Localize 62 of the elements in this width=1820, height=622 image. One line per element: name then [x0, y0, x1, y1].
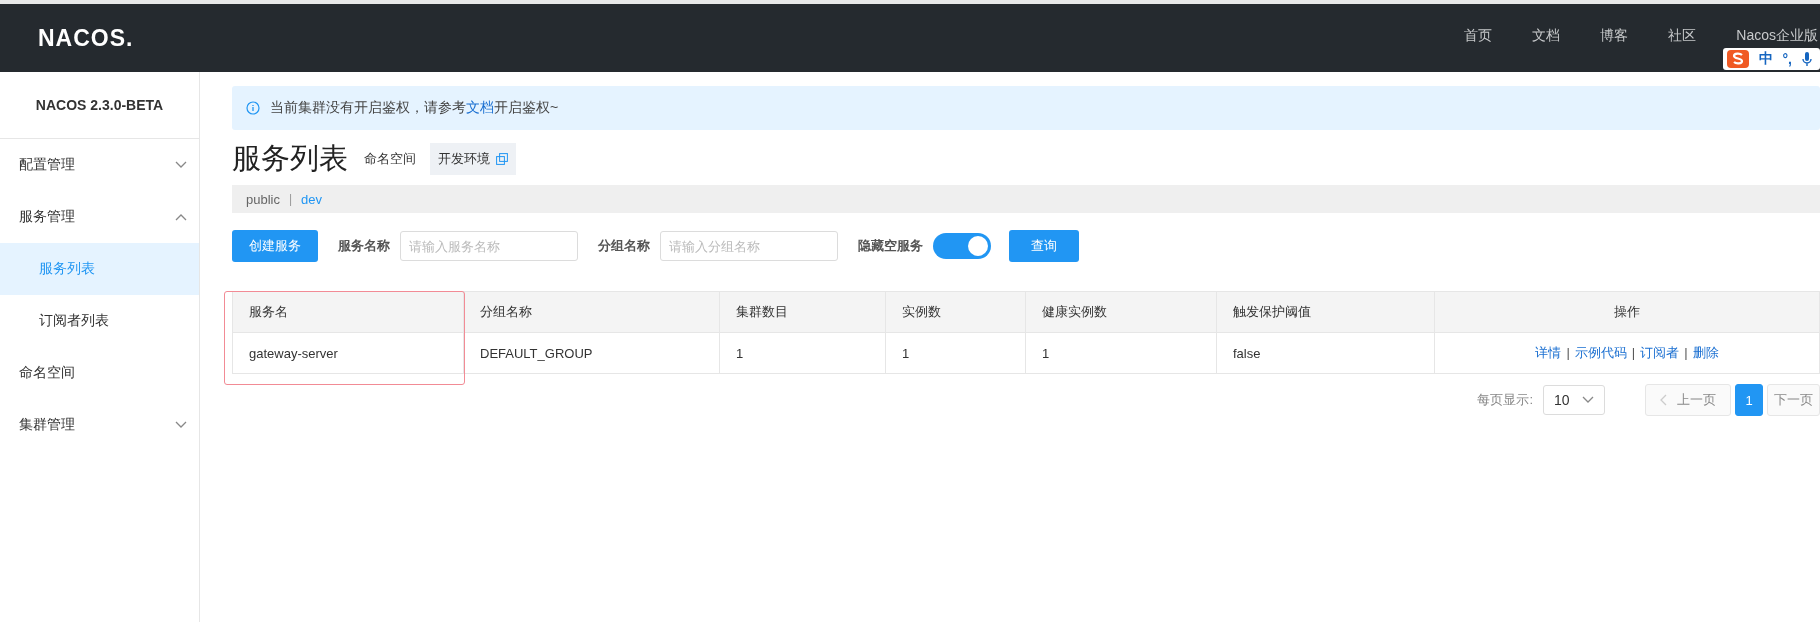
group-name-field[interactable]: 请输入分组名称	[660, 231, 838, 261]
page-size-label: 每页显示:	[1477, 391, 1533, 409]
table-cell: false	[1216, 332, 1435, 374]
column-header: 实例数	[885, 291, 1026, 333]
menu-item[interactable]: 服务管理	[0, 191, 199, 243]
submenu-item[interactable]: 订阅者列表	[0, 295, 199, 347]
menu-item[interactable]: 命名空间	[0, 347, 199, 399]
notice-text: 当前集群没有开启鉴权，请参考文档开启鉴权~	[270, 99, 559, 117]
action-link[interactable]: 订阅者	[1640, 345, 1680, 360]
field-label: 服务名称	[338, 237, 390, 255]
column-header: 健康实例数	[1025, 291, 1217, 333]
chevron-left-icon	[1660, 394, 1667, 406]
separator: |	[1566, 345, 1570, 360]
action-link[interactable]: 删除	[1692, 345, 1719, 360]
column-header: 分组名称	[463, 291, 720, 333]
page-title: 服务列表	[232, 141, 348, 176]
separator: |	[1631, 345, 1636, 360]
toggle-switch[interactable]	[933, 233, 991, 259]
action-link[interactable]: 示例代码	[1574, 345, 1627, 360]
docs-link[interactable]: 文档	[466, 99, 494, 115]
table-cell: DEFAULT_GROUP	[463, 332, 720, 374]
namespace-label: 命名空间	[364, 150, 416, 168]
service-name-field[interactable]: 请输入服务名称	[400, 231, 578, 261]
switch-label: 隐藏空服务	[858, 237, 923, 255]
page-size-select[interactable]: 10	[1543, 385, 1605, 415]
microphone-icon	[1802, 51, 1812, 67]
separator: |	[288, 192, 293, 206]
table-cell: 1	[885, 332, 1026, 374]
chevron-icon	[175, 213, 187, 221]
version-label: NACOS 2.3.0-BETA	[0, 72, 199, 139]
logo: NACOS.	[38, 24, 134, 52]
ime-logo-icon	[1726, 50, 1749, 68]
chevron-icon	[1582, 396, 1594, 404]
table-cell: 1	[719, 332, 886, 374]
namespace-tag[interactable]: 开发环境	[430, 143, 516, 175]
query-button[interactable]: 查询	[1009, 230, 1079, 262]
copy-icon	[496, 153, 508, 165]
nav-link[interactable]: 博客	[1600, 27, 1629, 45]
column-header: 操作	[1434, 291, 1820, 333]
menu-item[interactable]: 配置管理	[0, 139, 199, 191]
page-button[interactable]: 1	[1735, 384, 1763, 416]
nav-link[interactable]: 社区	[1668, 27, 1697, 45]
column-header: 服务名	[232, 291, 464, 333]
ime-mode: 中	[1758, 50, 1773, 68]
namespace-option[interactable]: public	[246, 191, 280, 207]
action-link[interactable]: 详情	[1535, 345, 1562, 360]
ime-punctuation: °,	[1782, 51, 1792, 67]
chevron-icon	[175, 161, 187, 169]
chevron-icon	[175, 421, 187, 429]
field-label: 分组名称	[598, 237, 650, 255]
column-header: 集群数目	[719, 291, 886, 333]
create-service-button[interactable]: 创建服务	[232, 230, 318, 262]
table-cell: 1	[1025, 332, 1217, 374]
info-icon	[246, 101, 260, 115]
column-header: 触发保护阈值	[1216, 291, 1435, 333]
nav-link[interactable]: Nacos企业版	[1736, 27, 1818, 45]
separator: |	[1684, 345, 1688, 360]
nav-link[interactable]: 首页	[1464, 27, 1493, 45]
nav-link[interactable]: 文档	[1532, 27, 1561, 45]
ime-toolbar[interactable]: 中 °,	[1722, 48, 1820, 70]
next-page-button[interactable]: 下一页	[1767, 384, 1820, 416]
menu-item[interactable]: 集群管理	[0, 399, 199, 451]
